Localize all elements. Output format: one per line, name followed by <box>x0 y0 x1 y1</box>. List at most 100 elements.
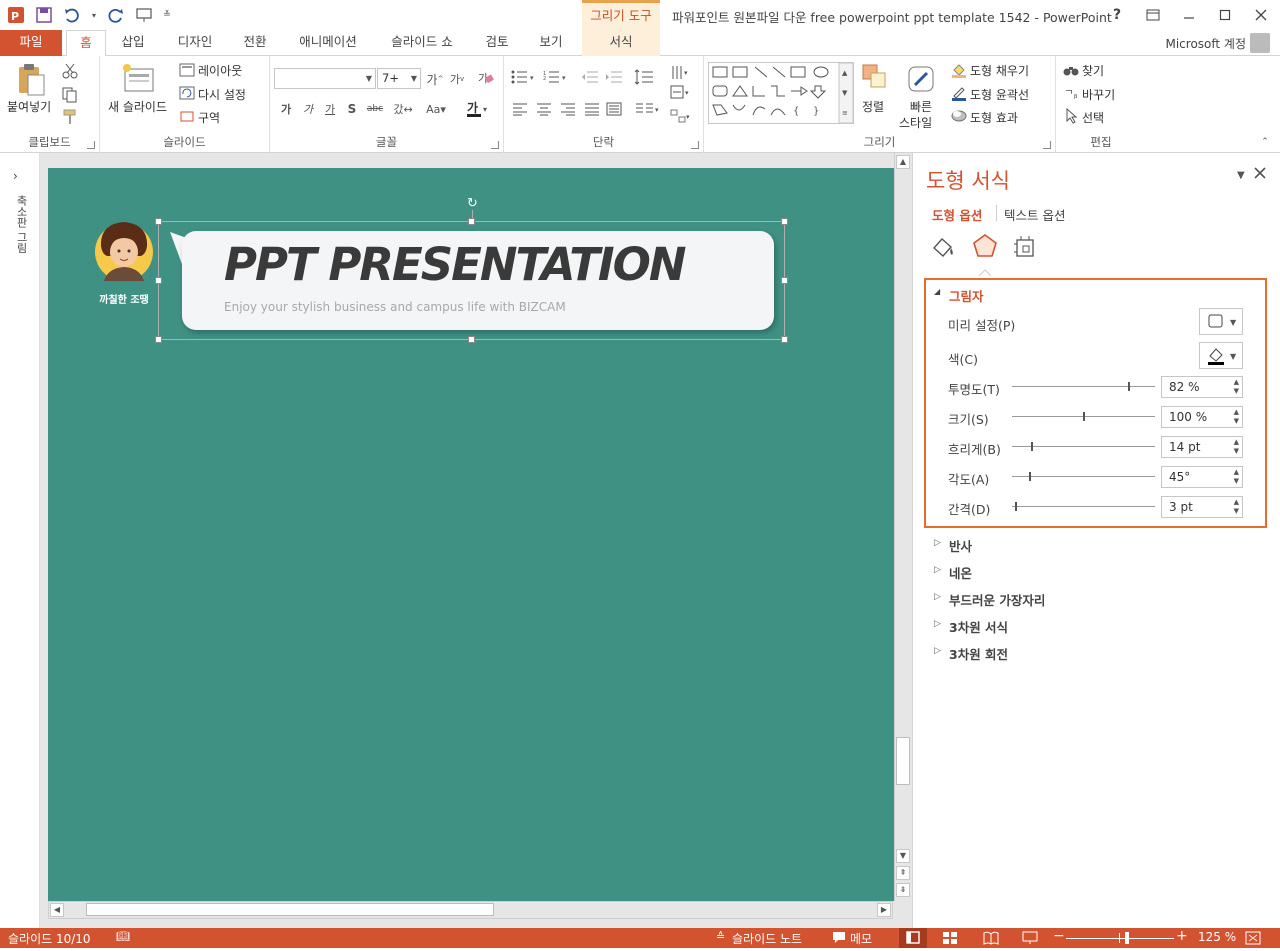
blur-slider[interactable] <box>1012 446 1155 447</box>
resize-handle[interactable] <box>155 218 162 225</box>
avatar[interactable] <box>1250 33 1270 53</box>
resize-handle[interactable] <box>155 336 162 343</box>
chevron-down-icon[interactable]: ▾ <box>90 5 98 25</box>
tab-view[interactable]: 보기 <box>528 30 574 56</box>
customize-qat-icon[interactable]: ≚ <box>162 5 172 25</box>
shape-effects-label[interactable]: 도형 효과 <box>970 109 1018 126</box>
columns-icon[interactable]: ▾ <box>634 100 662 118</box>
new-slide-label[interactable]: 새 슬라이드 <box>108 98 167 115</box>
find-icon[interactable] <box>1062 62 1080 78</box>
chevron-down-icon[interactable]: ▼ <box>411 69 417 88</box>
quick-styles-icon[interactable] <box>904 62 938 96</box>
clipboard-launcher-icon[interactable] <box>87 141 95 149</box>
tab-slideshow[interactable]: 슬라이드 쇼 <box>380 30 464 56</box>
change-case-icon[interactable]: Aa▾ <box>422 100 450 118</box>
resize-handle[interactable] <box>781 336 788 343</box>
find-label[interactable]: 찾기 <box>1082 62 1104 79</box>
spinner-arrows-icon[interactable]: ▲ ▼ <box>1234 408 1239 426</box>
tab-home[interactable]: 홈 <box>66 30 106 57</box>
angle-spinner[interactable]: 45° ▲ ▼ <box>1161 466 1243 488</box>
collapse-triangle-icon[interactable]: ◢ <box>934 287 940 296</box>
zoom-slider-thumb[interactable] <box>1125 932 1130 944</box>
replace-icon[interactable]: ᄀᵦ <box>1062 85 1080 101</box>
expand-triangle-icon[interactable]: ▷ <box>934 619 941 629</box>
paste-label[interactable]: 붙여넣기 <box>7 98 51 115</box>
comments-icon[interactable] <box>832 930 846 947</box>
save-icon[interactable] <box>34 5 54 25</box>
fit-slide-icon[interactable] <box>1245 931 1261 948</box>
slideshow-from-start-icon[interactable] <box>134 5 154 25</box>
thumbnails-label[interactable]: 축소판 그림 <box>13 195 29 254</box>
spinner-arrows-icon[interactable]: ▲ ▼ <box>1234 378 1239 396</box>
spinner-arrows-icon[interactable]: ▲ ▼ <box>1234 498 1239 516</box>
resize-handle[interactable] <box>781 277 788 284</box>
collapse-ribbon-icon[interactable]: ⌃ <box>1258 136 1272 148</box>
shadow-color-picker[interactable]: ▼ <box>1199 342 1243 369</box>
resize-handle[interactable] <box>468 336 475 343</box>
account-label[interactable]: Microsoft 계정 <box>1165 35 1246 52</box>
font-name-combo[interactable]: ▼ <box>274 68 376 89</box>
replace-label[interactable]: 바꾸기 <box>1082 86 1115 103</box>
angle-slider[interactable] <box>1012 476 1155 477</box>
spinner-arrows-icon[interactable]: ▲ ▼ <box>1234 468 1239 486</box>
shape-outline-icon[interactable] <box>950 85 968 101</box>
section-soft-edges[interactable]: 부드러운 가장자리 <box>949 590 1045 609</box>
tab-insert[interactable]: 삽입 <box>110 30 156 56</box>
tab-format[interactable]: 서식 <box>582 30 660 56</box>
transparency-slider[interactable] <box>1012 386 1155 387</box>
numbering-icon[interactable]: 1 2 ▾ <box>542 68 570 86</box>
new-slide-icon[interactable] <box>120 60 156 96</box>
blur-spinner[interactable]: 14 pt ▲ ▼ <box>1161 436 1243 458</box>
arrange-icon[interactable] <box>860 62 890 94</box>
transparency-slider-thumb[interactable] <box>1128 382 1131 391</box>
minimize-icon[interactable] <box>1178 4 1200 26</box>
grow-font-icon[interactable]: 가 ^ <box>426 70 444 88</box>
effects-pentagon-icon[interactable] <box>971 232 999 263</box>
resize-handle[interactable] <box>781 218 788 225</box>
help-icon[interactable]: ? <box>1106 4 1128 26</box>
align-text-icon[interactable]: ▾ <box>668 84 694 102</box>
section-3d-rotation[interactable]: 3차원 회전 <box>949 644 1008 663</box>
expand-triangle-icon[interactable]: ▷ <box>934 565 941 575</box>
reset-icon[interactable] <box>178 85 196 101</box>
notes-icon[interactable]: ≙ <box>716 930 725 943</box>
cut-icon[interactable] <box>60 62 80 80</box>
drawing-launcher-icon[interactable] <box>1043 141 1051 149</box>
distance-slider-thumb[interactable] <box>1015 502 1018 511</box>
increase-indent-icon[interactable] <box>604 68 624 86</box>
normal-view-button[interactable] <box>899 928 927 948</box>
resize-handle[interactable] <box>155 277 162 284</box>
quick-styles-label-2[interactable]: 스타일 <box>899 114 932 131</box>
shapes-gallery[interactable]: {} ▲ ▼ ≡ <box>708 62 854 124</box>
justify-icon[interactable] <box>582 100 602 118</box>
vertical-scrollbar[interactable] <box>894 153 912 901</box>
character-spacing-icon[interactable]: 갔↔ <box>390 100 416 118</box>
scroll-left-icon[interactable]: ◀ <box>50 903 64 917</box>
angle-slider-thumb[interactable] <box>1028 472 1031 481</box>
line-spacing-icon[interactable] <box>632 68 660 86</box>
font-launcher-icon[interactable] <box>491 141 499 149</box>
chevron-down-icon[interactable]: ▼ <box>366 69 372 88</box>
section-label[interactable]: 구역 <box>198 109 220 126</box>
tab-file[interactable]: 파일 <box>0 30 62 56</box>
layout-label[interactable]: 레이아웃 <box>198 62 242 79</box>
comments-button[interactable]: 메모 <box>850 930 872 947</box>
ribbon-display-icon[interactable] <box>1142 4 1164 26</box>
zoom-slider[interactable] <box>1066 938 1174 939</box>
scroll-right-icon[interactable]: ▶ <box>877 903 891 917</box>
zoom-level[interactable]: 125 % <box>1198 930 1236 944</box>
align-right-icon[interactable] <box>558 100 578 118</box>
vertical-scroll-thumb[interactable] <box>896 737 910 785</box>
bullets-icon[interactable]: ▾ <box>510 68 538 86</box>
redo-icon[interactable] <box>106 5 126 25</box>
scroll-up-icon[interactable]: ▲ <box>896 155 910 169</box>
paragraph-launcher-icon[interactable] <box>691 141 699 149</box>
arrange-label[interactable]: 정렬 <box>862 98 884 115</box>
shape-outline-label[interactable]: 도형 윤곽선 <box>970 86 1029 103</box>
tab-text-options[interactable]: 텍스트 옵션 <box>1004 205 1065 224</box>
tab-shape-options[interactable]: 도형 옵션 <box>932 205 982 224</box>
select-label[interactable]: 선택 <box>1082 109 1104 126</box>
italic-icon[interactable]: 가 <box>300 100 316 118</box>
horizontal-scroll-thumb[interactable] <box>86 903 494 916</box>
expand-triangle-icon[interactable]: ▷ <box>934 646 941 656</box>
